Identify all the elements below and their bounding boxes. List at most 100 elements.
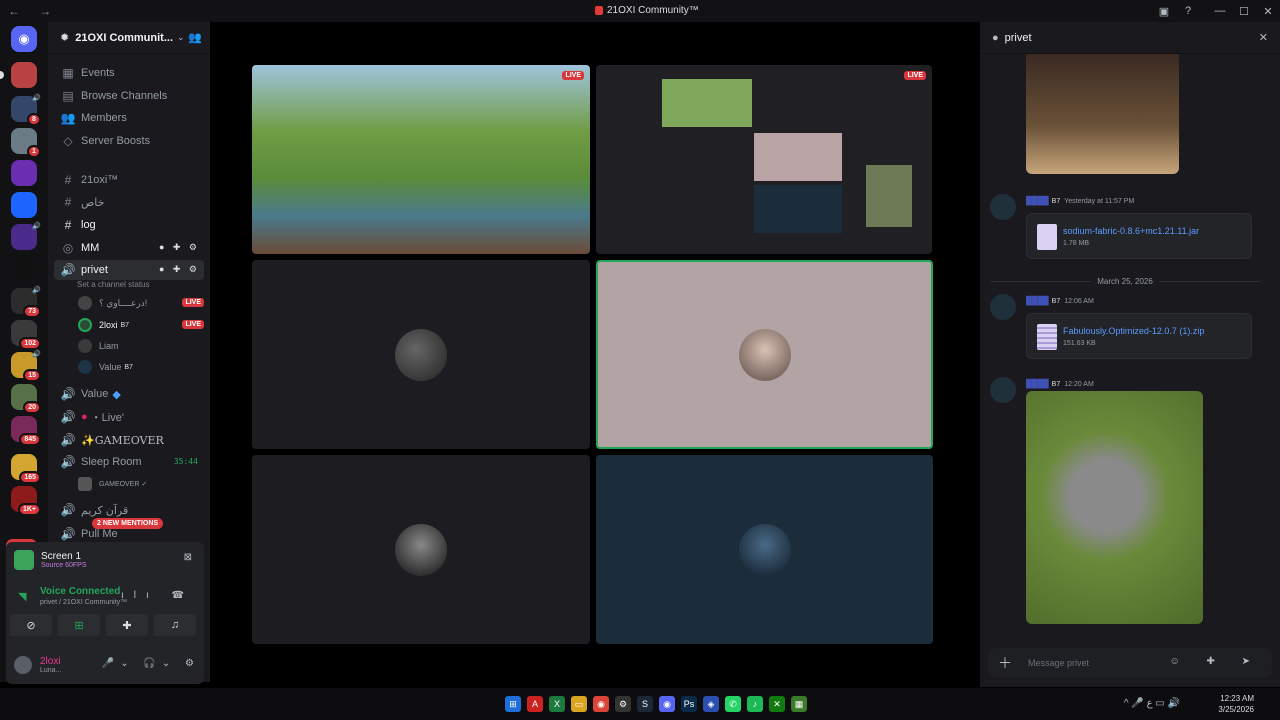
server-icon-10[interactable]: 🔊 15 (11, 351, 41, 382)
server-icon-5[interactable] (11, 192, 37, 218)
text-channel-21oxi[interactable]: #21oxi™ (54, 170, 204, 190)
channel-controls[interactable]: ● ✚ ⚙ (159, 264, 200, 275)
server-icon-6[interactable]: 🔊 (11, 223, 41, 250)
stream-preview[interactable]: Screen 1 Source 60FPS (14, 550, 87, 570)
file-attachment[interactable]: sodium-fabric-0.8.6+mc1.21.11.jar 1.78 M… (1026, 213, 1252, 259)
channel-boosts[interactable]: ◇ Server Boosts (54, 131, 204, 151)
camera-off-button[interactable]: ⊘ (10, 614, 52, 636)
diamond-icon: ◆ (112, 388, 121, 401)
mention-badge: 845 (19, 433, 41, 446)
close-window-button[interactable]: ✕ (1256, 5, 1280, 18)
avatar[interactable] (990, 377, 1016, 403)
voice-user[interactable]: Value B7 (78, 358, 133, 376)
maximize-button[interactable]: ☐ (1232, 5, 1256, 18)
user-avatar[interactable] (14, 656, 32, 674)
screen-share-button[interactable]: ⊞ (58, 614, 100, 636)
excel-icon[interactable]: X (549, 696, 565, 712)
user-info[interactable]: 2loxi Luna... (40, 656, 61, 674)
server-icon-7[interactable] (11, 256, 37, 282)
voice-channel-sleep[interactable]: 🔊 Sleep Room 35:44 (54, 452, 204, 472)
close-chat-icon[interactable]: ✕ (1259, 31, 1268, 44)
message-author[interactable]: ████ (1026, 296, 1049, 305)
history-nav[interactable]: ← → (8, 4, 59, 18)
invite-people-icon[interactable]: 👥 (188, 31, 202, 44)
server-icon-11[interactable]: 20 (11, 384, 41, 414)
file-attachment[interactable]: Fabulously.Optimized-12.0.7 (1).zip 151.… (1026, 313, 1252, 359)
help-icon[interactable]: ? (1176, 5, 1200, 17)
app-icon[interactable]: ◈ (703, 696, 719, 712)
participant-avatar (395, 328, 447, 381)
inbox-icon[interactable]: ▣ (1152, 5, 1176, 18)
connection-signal-icon[interactable]: ◥ (18, 590, 26, 603)
server-icon-8[interactable]: 🔊 73 (11, 287, 41, 318)
avatar[interactable] (990, 294, 1016, 320)
voice-user[interactable]: درعــــاوي ؟! (78, 294, 147, 312)
voice-actions[interactable]: ılı ☎ (121, 590, 194, 601)
voice-channel-live[interactable]: 🔊 ● ・Live' (54, 407, 204, 427)
voice-user[interactable]: Liam (78, 337, 119, 355)
soundboard-button[interactable]: ♫ (154, 614, 196, 636)
channel-events[interactable]: ▦ Events (54, 63, 204, 83)
attach-plus-icon[interactable]: ＋ (998, 653, 1012, 673)
server-header[interactable]: ✹ 21OXI Communit... ⌄ 👥 (48, 22, 210, 54)
composer-actions[interactable]: ☺ ✚ ➤ (1169, 656, 1262, 667)
channel-members[interactable]: 👥 Members (54, 108, 204, 128)
text-channel-private[interactable]: # خاص (54, 192, 204, 212)
server-icon-14[interactable]: 1K+ (11, 486, 41, 516)
taskbar-clock[interactable]: 12:23 AM 3/25/2026 (1218, 693, 1254, 715)
photoshop-icon[interactable]: Ps (681, 696, 697, 712)
new-mentions-pill[interactable]: 2 NEW MENTIONS (92, 518, 164, 529)
minecraft-icon[interactable]: ▦ (791, 696, 807, 712)
acrobat-icon[interactable]: A (527, 696, 543, 712)
file-name[interactable]: Fabulously.Optimized-12.0.7 (1).zip (1063, 326, 1204, 336)
voice-channel-privet[interactable]: 🔊 privet ● ✚ ⚙ (54, 260, 204, 280)
server-icon-2[interactable]: 🔊 8 (11, 95, 41, 126)
channel-status[interactable]: Set a channel status (77, 280, 150, 289)
voice-channel-gameover[interactable]: 🔊 ✨GAMEOVER (54, 430, 204, 450)
server-icon-12[interactable]: 845 (11, 416, 41, 446)
stream-tile-desktop[interactable]: LIVE (596, 65, 932, 254)
attachment-image-minecraft[interactable] (1026, 54, 1179, 174)
server-icon-3[interactable]: 1 (11, 128, 41, 158)
channel-browse[interactable]: ▤ Browse Channels (54, 86, 204, 106)
voice-user[interactable]: 2loxi B7 (78, 316, 129, 334)
activities-button[interactable]: ✚ (106, 614, 148, 636)
folder-icon[interactable]: ▭ (571, 696, 587, 712)
server-icon-4[interactable] (11, 160, 37, 186)
participant-tile[interactable] (596, 455, 933, 644)
participant-tile[interactable] (252, 260, 590, 449)
message-author[interactable]: ████ (1026, 379, 1049, 388)
hash-icon: # (64, 218, 72, 232)
server-icon-13[interactable]: 165 (11, 454, 41, 484)
voice-user[interactable]: GAMEOVER ✓ (78, 475, 147, 493)
user-controls[interactable]: 🎤⌄ 🎧⌄ ⚙ (102, 658, 200, 669)
participant-tile-speaking[interactable] (596, 260, 933, 449)
app-icon[interactable]: ⚙ (615, 696, 631, 712)
steam-icon[interactable]: S (637, 696, 653, 712)
discord-icon[interactable]: ◉ (659, 696, 675, 712)
file-name[interactable]: sodium-fabric-0.8.6+mc1.21.11.jar (1063, 226, 1199, 236)
whatsapp-icon[interactable]: ✆ (725, 696, 741, 712)
voice-channel-value[interactable]: 🔊 Value ◆ (54, 384, 204, 404)
xbox-icon[interactable]: ✕ (769, 696, 785, 712)
channel-controls[interactable]: ● ✚ ⚙ (159, 242, 200, 253)
attachment-image-bird[interactable] (1026, 391, 1203, 624)
stop-stream-icon[interactable]: ⊠ (184, 552, 192, 563)
voice-channel-quran[interactable]: 🔊 قرآن كريم (54, 500, 204, 520)
server-icon-9[interactable]: 102 (11, 320, 41, 350)
server-icon-1[interactable] (0, 62, 37, 88)
home-button[interactable]: ◉ (11, 26, 37, 52)
voice-connected-info[interactable]: Voice Connected privet / 21OXI Community… (40, 586, 127, 606)
avatar[interactable] (990, 194, 1016, 220)
stream-tile-minecraft[interactable]: LIVE (252, 65, 590, 254)
message-author[interactable]: ████ (1026, 196, 1049, 205)
text-channel-log[interactable]: # log (54, 215, 204, 235)
participant-tile[interactable] (252, 455, 590, 644)
spotify-icon[interactable]: ♪ (747, 696, 763, 712)
minimize-button[interactable]: — (1208, 5, 1232, 17)
voice-channel-mm[interactable]: ◎ MM ● ✚ ⚙ (54, 238, 204, 258)
system-tray[interactable]: ^ 🎤 ع ▭ 🔊 (1124, 698, 1180, 709)
chrome-icon[interactable]: ◉ (593, 696, 609, 712)
start-icon[interactable]: ⊞ (505, 696, 521, 712)
message-input[interactable]: Message privet (1028, 658, 1089, 668)
